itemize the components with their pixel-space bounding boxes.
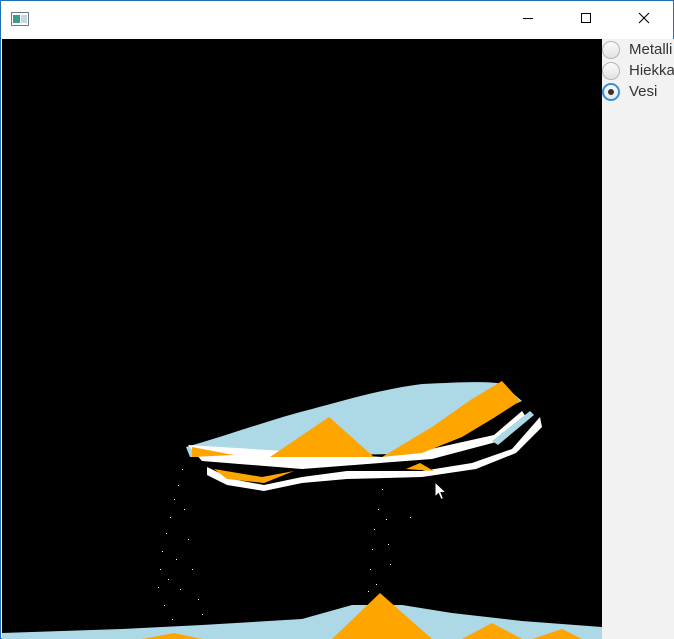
radio-hiekka[interactable]: Hiekka: [602, 60, 674, 81]
minimize-button[interactable]: [499, 1, 557, 38]
radio-metalli[interactable]: Metalli: [602, 39, 672, 60]
material-panel: Metalli Hiekka Vesi: [602, 39, 674, 639]
radio-circle-metalli[interactable]: [602, 40, 620, 59]
app-window: Metalli Hiekka Vesi: [0, 0, 674, 639]
maximize-icon: [580, 11, 592, 29]
radio-vesi[interactable]: Vesi: [602, 81, 657, 102]
radio-circle-hiekka[interactable]: [602, 61, 620, 80]
title-bar[interactable]: [1, 1, 673, 38]
radio-selected-dot: [608, 88, 614, 95]
radio-label-metalli: Metalli: [629, 41, 673, 58]
close-button[interactable]: [615, 1, 673, 38]
radio-label-hiekka: Hiekka: [629, 62, 674, 79]
maximize-button[interactable]: [557, 1, 615, 38]
app-window-icon: [11, 12, 29, 26]
radio-circle-vesi[interactable]: [602, 82, 620, 101]
minimize-icon: [522, 11, 534, 29]
close-icon: [638, 11, 650, 29]
radio-label-vesi: Vesi: [629, 83, 658, 100]
mouse-pointer-icon: [434, 480, 448, 501]
simulation-canvas[interactable]: [2, 39, 602, 639]
